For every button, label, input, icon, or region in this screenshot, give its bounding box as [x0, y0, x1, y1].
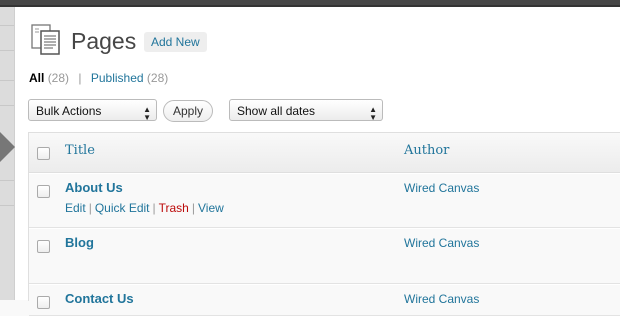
date-filter-select[interactable]: Show all dates ▲ ▼ [229, 99, 383, 122]
edit-link[interactable]: Edit [65, 201, 86, 215]
menu-separator [0, 80, 14, 81]
table-row: About Us Wired Canvas Edit | Quick Edit | Tr… [29, 173, 620, 228]
apply-button[interactable]: Apply [163, 100, 214, 122]
filter-separator: | [78, 71, 82, 85]
filter-published[interactable]: Published (28) [91, 71, 168, 85]
updown-arrows-icon: ▲ ▼ [369, 105, 377, 122]
select-all-checkbox[interactable] [37, 147, 50, 160]
filter-all[interactable]: All (28) [29, 71, 69, 85]
row-title-link[interactable]: Contact Us [65, 291, 134, 306]
add-new-button[interactable]: Add New [144, 32, 207, 52]
row-title-link[interactable]: About Us [65, 180, 123, 195]
table-row: Contact Us Wired Canvas [29, 284, 620, 316]
row-checkbox[interactable] [37, 296, 50, 309]
updown-arrows-icon: ▲ ▼ [143, 105, 151, 122]
action-separator: | [152, 201, 156, 215]
page-title: Pages [71, 28, 137, 54]
pages-table: Title Author About Us Wired Canvas Edit |… [28, 132, 620, 316]
table-header: Title Author [29, 133, 620, 173]
view-link[interactable]: View [198, 201, 224, 215]
table-row: Blog Wired Canvas [29, 228, 620, 284]
row-title-link[interactable]: Blog [65, 235, 94, 250]
admin-top-bar [0, 0, 620, 7]
menu-separator [0, 180, 14, 181]
action-separator: | [88, 201, 92, 215]
status-filters: All (28) | Published (28) [29, 71, 168, 85]
menu-pointer-icon [0, 132, 15, 162]
row-author-link[interactable]: Wired Canvas [404, 236, 479, 250]
row-checkbox[interactable] [37, 240, 50, 253]
menu-separator [0, 105, 14, 106]
filter-published-count: (28) [146, 71, 169, 85]
trash-link[interactable]: Trash [159, 201, 189, 215]
row-author-link[interactable]: Wired Canvas [404, 181, 479, 195]
filter-all-count: (28) [47, 71, 70, 85]
row-actions: Edit | Quick Edit | Trash | View [65, 201, 224, 215]
row-checkbox[interactable] [37, 185, 50, 198]
pages-icon [31, 24, 60, 55]
date-filter-value: Show all dates [237, 104, 316, 118]
quick-edit-link[interactable]: Quick Edit [95, 201, 150, 215]
bulk-actions-select[interactable]: Bulk Actions ▲ ▼ [28, 99, 157, 122]
menu-separator [0, 50, 14, 51]
menu-separator [0, 25, 14, 26]
column-title-header[interactable]: Title [65, 143, 95, 158]
column-author-header: Author [404, 143, 450, 158]
menu-separator [0, 205, 14, 206]
row-author-link[interactable]: Wired Canvas [404, 292, 479, 306]
action-separator: | [191, 201, 195, 215]
filter-all-label: All [29, 71, 45, 85]
main-content: Pages Add New All (28) | Published (28) … [15, 7, 620, 316]
bulk-actions-value: Bulk Actions [36, 104, 102, 118]
filter-published-label: Published [90, 71, 144, 85]
